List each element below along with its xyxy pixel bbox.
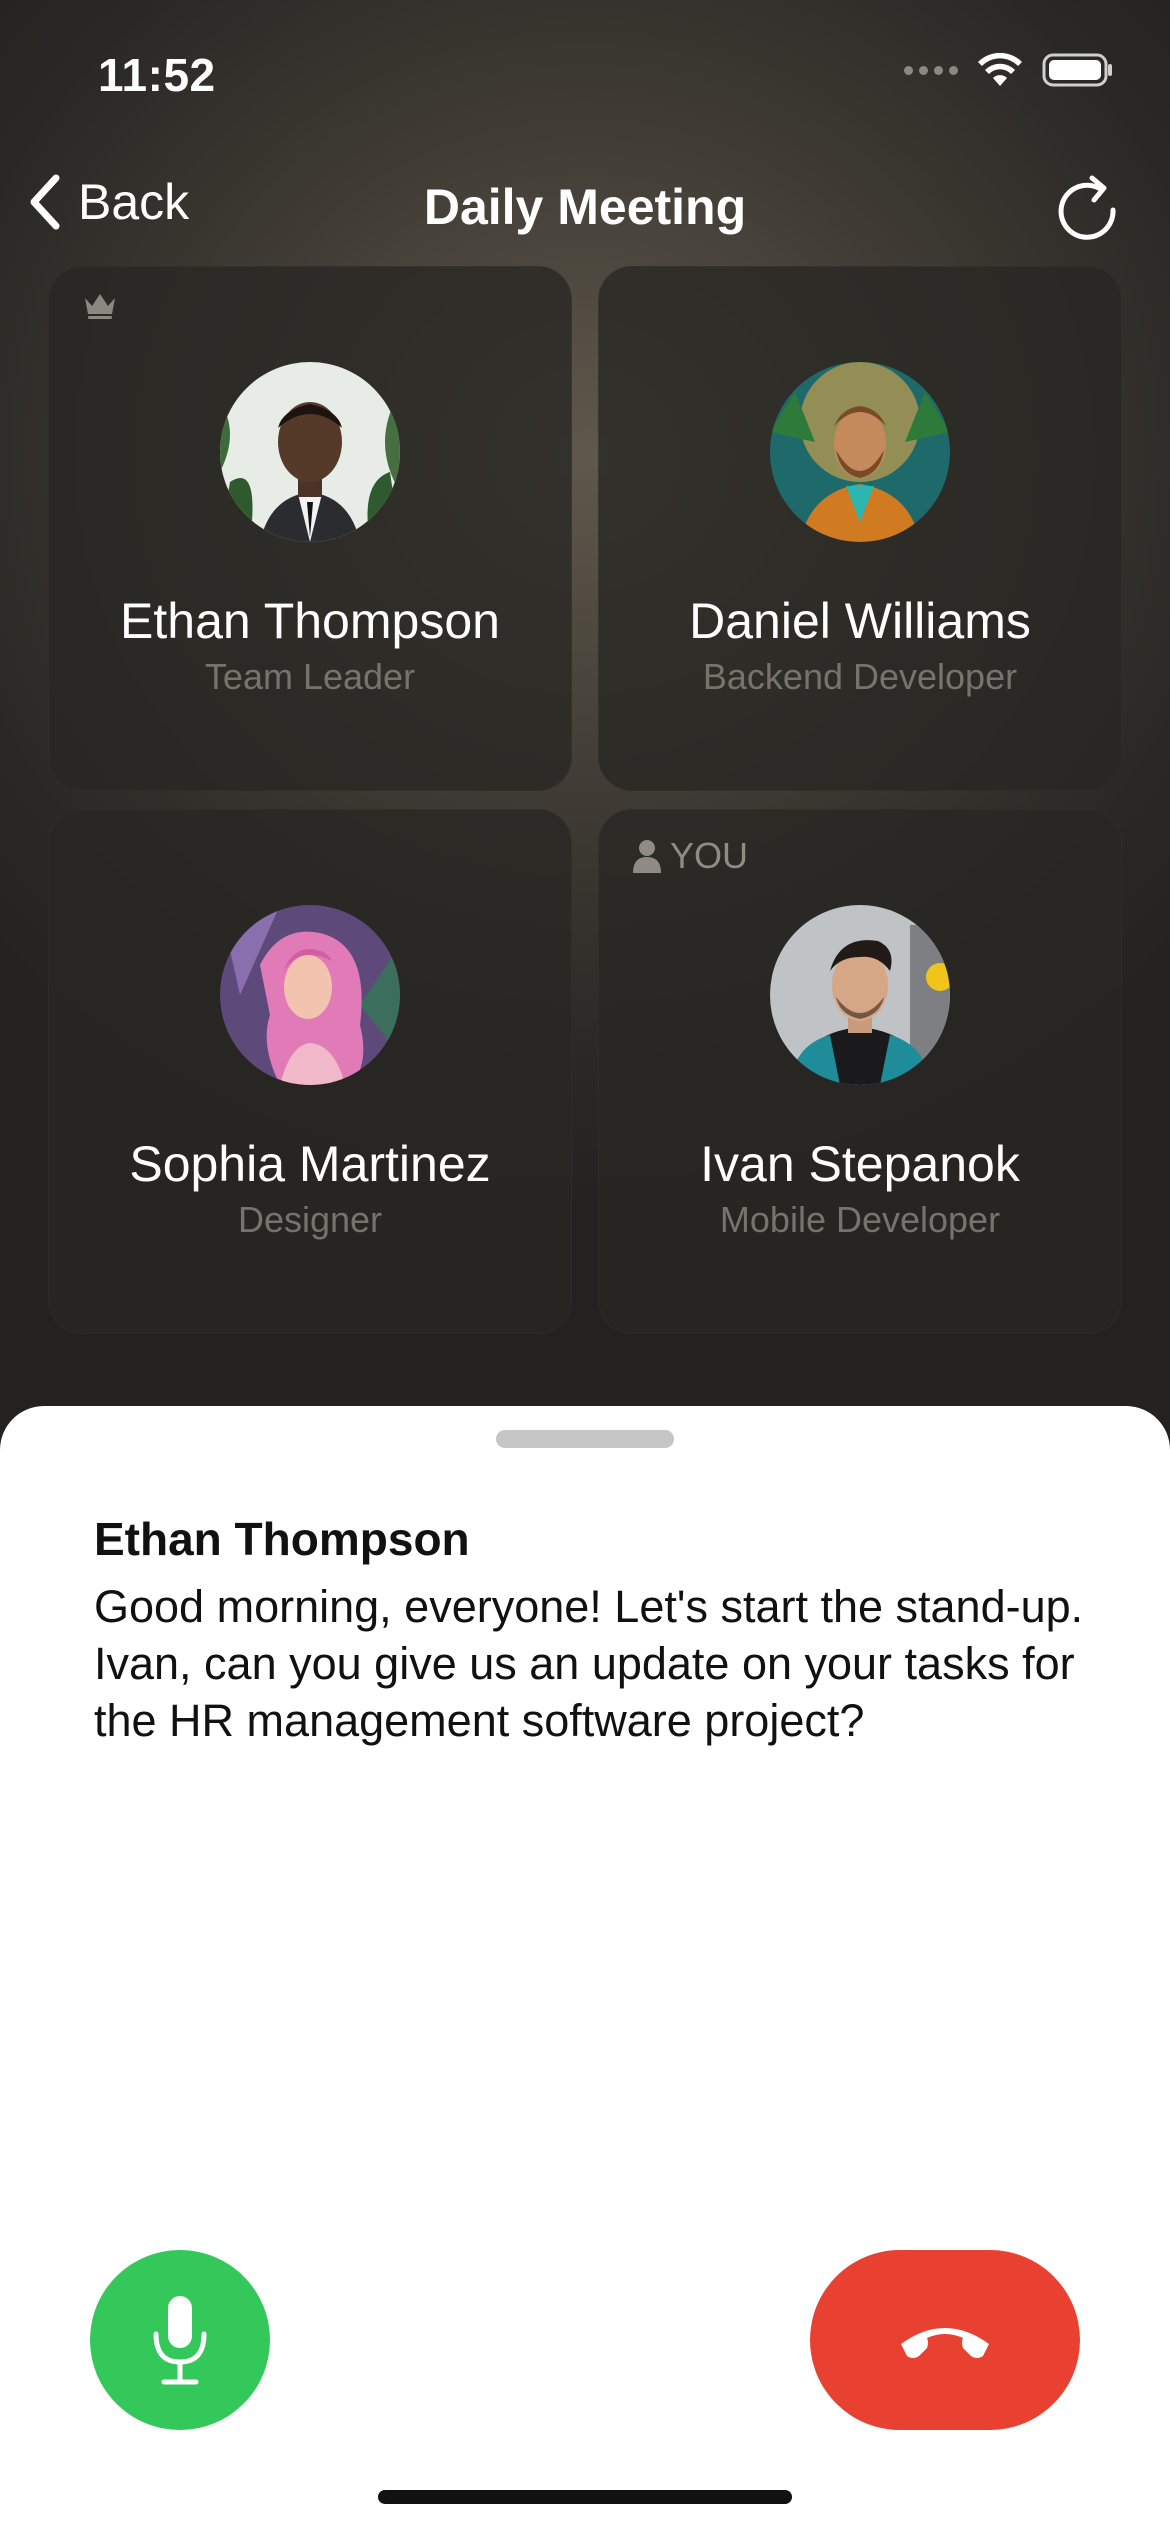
participant-card[interactable]: Sophia Martinez Designer [48,809,572,1334]
participant-role: Designer [237,1199,383,1240]
avatar [220,362,400,542]
avatar [770,905,950,1085]
battery-icon [1042,53,1112,87]
transcript-speaker: Ethan Thompson [94,1513,470,1565]
microphone-button[interactable] [90,2250,270,2430]
avatar [220,905,400,1085]
avatar [770,362,950,542]
person-icon [633,840,661,873]
navigation-bar: Back Daily Meeting [0,160,1170,250]
crown-icon [85,294,115,319]
page-title: Daily Meeting [423,179,747,235]
participant-name: Ethan Thompson [120,593,500,649]
end-call-button[interactable] [810,2250,1080,2430]
participant-card[interactable]: Ethan Thompson Team Leader [48,266,572,791]
wifi-icon [978,52,1022,86]
microphone-icon [153,2296,207,2385]
participant-card[interactable]: Daniel Williams Backend Developer [598,266,1122,791]
participant-name: Ivan Stepanok [700,1136,1020,1192]
refresh-button[interactable] [1052,166,1122,247]
participant-name: Sophia Martinez [129,1136,491,1192]
participant-card[interactable]: YOU Ivan Stepanok Mobile Developer [598,809,1122,1334]
status-bar: 11:52 [0,0,1170,150]
transcript-text: Good morning, everyone! Let's start the … [94,1581,1084,1746]
you-badge: YOU [632,835,748,877]
refresh-icon [1058,175,1116,240]
participant-role: Mobile Developer [719,1199,1001,1240]
participant-role: Team Leader [204,656,416,697]
participant-role: Backend Developer [702,656,1018,697]
sheet-grabber[interactable] [496,1430,674,1448]
cellular-signal-icon [904,65,958,75]
home-indicator [378,2490,792,2504]
you-label: YOU [670,835,749,876]
end-call-icon [901,2328,989,2358]
status-icons [904,52,1114,88]
status-time: 11:52 [98,49,216,101]
participant-name: Daniel Williams [689,593,1031,649]
participants-grid: Ethan Thompson Team Leader Daniel Willia… [48,266,1122,1578]
